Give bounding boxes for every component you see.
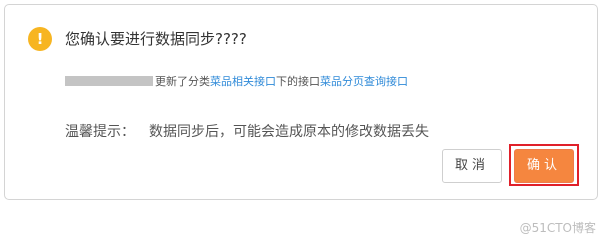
under-text: 下的接口 [276, 75, 320, 88]
dialog-title: 您确认要进行数据同步???? [65, 30, 247, 48]
hint-text: 数据同步后，可能会造成原本的修改数据丢失 [149, 124, 429, 140]
sync-info-line: 更新了分类 菜品相关接口 下的接口 菜品分页查询接口 [65, 73, 408, 89]
updated-text: 更新了分类 [155, 75, 210, 88]
category-link[interactable]: 菜品相关接口 [210, 73, 276, 89]
hint-line: 温馨提示： 数据同步后，可能会造成原本的修改数据丢失 [65, 122, 429, 142]
cancel-button[interactable]: 取消 [442, 149, 502, 183]
warning-icon: ! [28, 27, 52, 51]
redacted-username [65, 76, 153, 86]
confirm-button[interactable]: 确认 [514, 149, 574, 183]
watermark: @51CTO博客 [519, 221, 596, 235]
api-link[interactable]: 菜品分页查询接口 [320, 73, 408, 89]
hint-label: 温馨提示： [65, 124, 135, 140]
